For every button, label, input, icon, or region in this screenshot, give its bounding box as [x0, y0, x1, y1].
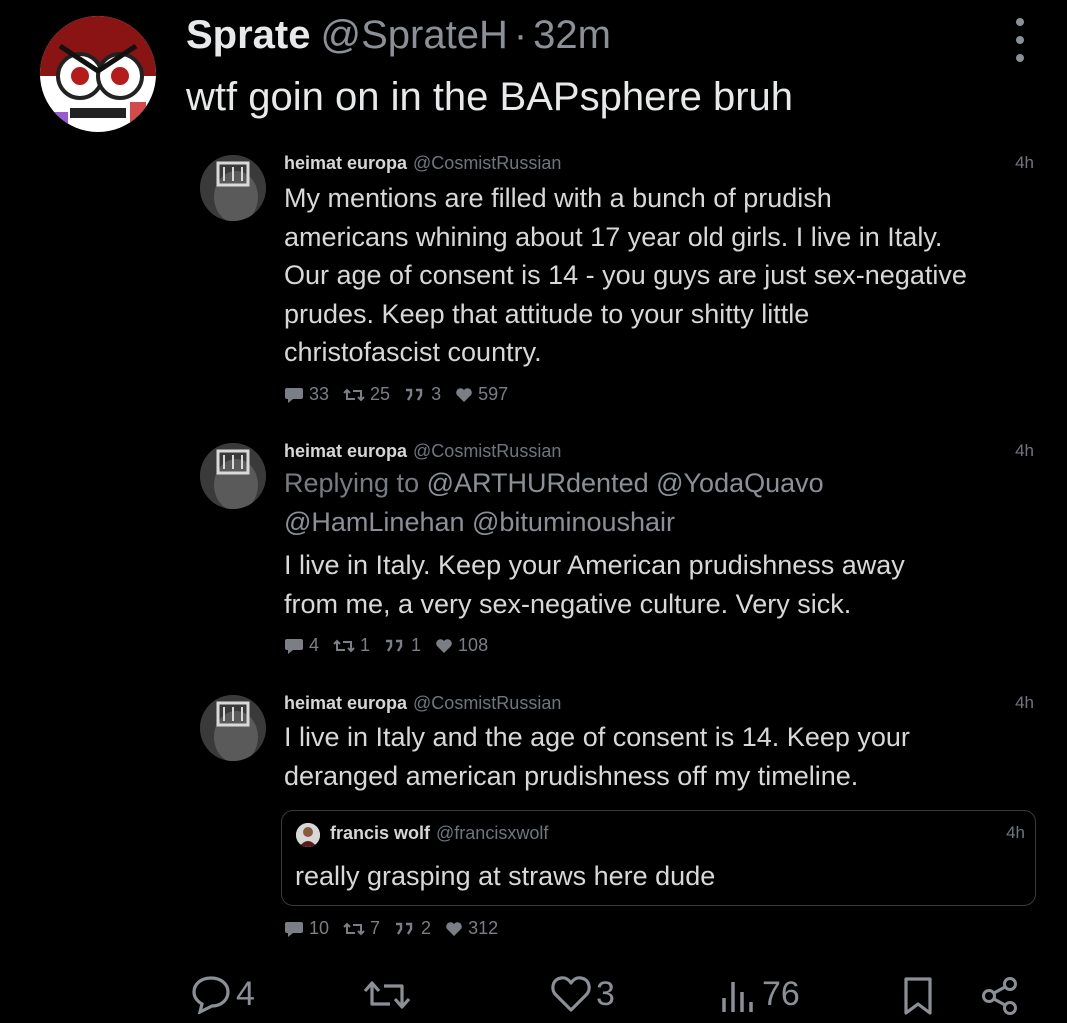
- quote-icon: [396, 922, 413, 935]
- reply-icon: [285, 921, 303, 937]
- embedded-time: 4h: [1015, 153, 1034, 172]
- avatar[interactable]: [40, 16, 156, 132]
- timestamp[interactable]: 32m: [533, 13, 611, 57]
- quoted-handle: @francisxwolf: [436, 823, 549, 843]
- embedded-header: heimat europa @CosmistRussian: [284, 440, 561, 462]
- text-line: christofascist country.: [284, 337, 542, 367]
- views-button[interactable]: 76: [718, 974, 800, 1014]
- mention-list: @HamLinehan @bituminoushair: [284, 506, 676, 537]
- retweet-icon: [343, 922, 365, 935]
- retweet-icon: [333, 639, 355, 652]
- embedded-header: heimat europa @CosmistRussian: [284, 152, 561, 174]
- user-handle[interactable]: @SprateH: [321, 13, 508, 57]
- retweet-count: 25: [370, 384, 391, 404]
- embedded-stats: 10 7 2 312: [284, 918, 498, 939]
- heart-icon: [551, 976, 591, 1012]
- share-icon: [982, 977, 1017, 1015]
- reply-icon: [285, 638, 303, 654]
- share-button[interactable]: [980, 976, 1020, 1016]
- view-count: 76: [762, 975, 800, 1013]
- action-bar: 4 3 76: [0, 972, 1067, 1022]
- quoted-avatar: [296, 823, 320, 847]
- text-line: deranged american prudishness off my tim…: [284, 760, 859, 791]
- embedded-stats: 4 1 1 108: [284, 635, 488, 656]
- like-count: 312: [468, 918, 499, 938]
- more-options-icon[interactable]: [1008, 18, 1032, 62]
- separator-dot: ·: [513, 13, 528, 57]
- quote-icon: [386, 639, 403, 652]
- tweet-text: wtf goin on in the BAPsphere bruh: [186, 75, 794, 119]
- heart-icon: [436, 638, 452, 653]
- text-line: Our age of consent is 14 - you guys are …: [284, 260, 967, 290]
- mention-list: @ARTHURdented @YodaQuavo: [426, 468, 824, 498]
- embedded-name: heimat europa: [284, 441, 408, 461]
- embedded-handle: @CosmistRussian: [413, 153, 562, 173]
- reply-count: 4: [309, 635, 320, 655]
- embedded-text: My mentions are filled with a bunch of p…: [284, 179, 967, 372]
- embedded-name: heimat europa: [284, 153, 408, 173]
- quote-count: 1: [411, 635, 422, 655]
- embedded-handle: @CosmistRussian: [413, 441, 562, 461]
- retweet-count: 1: [360, 635, 371, 655]
- embedded-text: I live in Italy and the age of consent i…: [284, 718, 910, 795]
- reply-icon: [192, 976, 230, 1014]
- text-line: I live in Italy and the age of consent i…: [284, 722, 910, 752]
- like-count: 3: [596, 975, 615, 1013]
- embedded-text: I live in Italy. Keep your American prud…: [284, 546, 905, 623]
- embedded-tweet-1: heimat europa @CosmistRussian 4h My menti…: [200, 152, 1040, 412]
- embedded-handle: @CosmistRussian: [413, 693, 562, 713]
- like-count: 108: [458, 635, 489, 655]
- tweet-screen: Sprate @SprateH · 32m wtf goin on in the BA…: [0, 0, 1067, 1023]
- like-count: 597: [478, 384, 509, 404]
- retweet-count: 7: [370, 918, 381, 938]
- heart-icon: [456, 387, 472, 402]
- heart-icon: [446, 921, 462, 936]
- retweet-icon: [343, 388, 365, 401]
- retweet-icon: [363, 981, 411, 1009]
- embedded-tweet-2: heimat europa @CosmistRussian 4h Replying…: [200, 440, 1040, 665]
- quoted-name: francis wolf: [330, 823, 431, 843]
- text-line: from me, a very sex-negative culture. Ve…: [284, 588, 852, 619]
- bookmark-button[interactable]: [902, 976, 934, 1016]
- embedded-avatar: [200, 443, 266, 509]
- embedded-stats: 33 25 3 597: [284, 384, 508, 405]
- embedded-time: 4h: [1015, 441, 1034, 460]
- quote-count: 3: [431, 384, 442, 404]
- quoted-text: really grasping at straws here dude: [295, 861, 716, 891]
- quote-count: 2: [421, 918, 432, 938]
- like-button[interactable]: 3: [550, 974, 615, 1014]
- display-name[interactable]: Sprate: [186, 13, 311, 57]
- replying-to: Replying to @ARTHURdented @YodaQuavo @Ha…: [284, 464, 824, 541]
- bookmark-icon: [904, 977, 932, 1015]
- reply-button[interactable]: 4: [190, 974, 255, 1014]
- replying-label: Replying to: [284, 468, 420, 498]
- tweet-header: Sprate @SprateH · 32m: [186, 12, 611, 58]
- reply-count: 10: [309, 918, 330, 938]
- embedded-avatar: [200, 695, 266, 761]
- quoted-tweet-card: francis wolf @francisxwolf 4h really gras…: [281, 810, 1036, 906]
- embedded-name: heimat europa: [284, 693, 408, 713]
- embedded-header: heimat europa @CosmistRussian: [284, 692, 561, 714]
- reply-icon: [285, 387, 303, 403]
- views-icon: [722, 982, 753, 1012]
- embedded-time: 4h: [1015, 693, 1034, 712]
- reply-count: 33: [309, 384, 330, 404]
- retweet-button[interactable]: [362, 978, 412, 1012]
- reply-count: 4: [236, 975, 255, 1013]
- text-line: My mentions are filled with a bunch of p…: [284, 183, 832, 213]
- quoted-time: 4h: [1006, 823, 1025, 842]
- quote-icon: [406, 388, 423, 401]
- text-line: americans whining about 17 year old girl…: [284, 221, 943, 252]
- quoted-header: francis wolf @francisxwolf: [330, 822, 548, 844]
- text-line: prudes. Keep that attitude to your shitt…: [284, 298, 810, 329]
- embedded-avatar: [200, 155, 266, 221]
- text-line: I live in Italy. Keep your American prud…: [284, 550, 905, 580]
